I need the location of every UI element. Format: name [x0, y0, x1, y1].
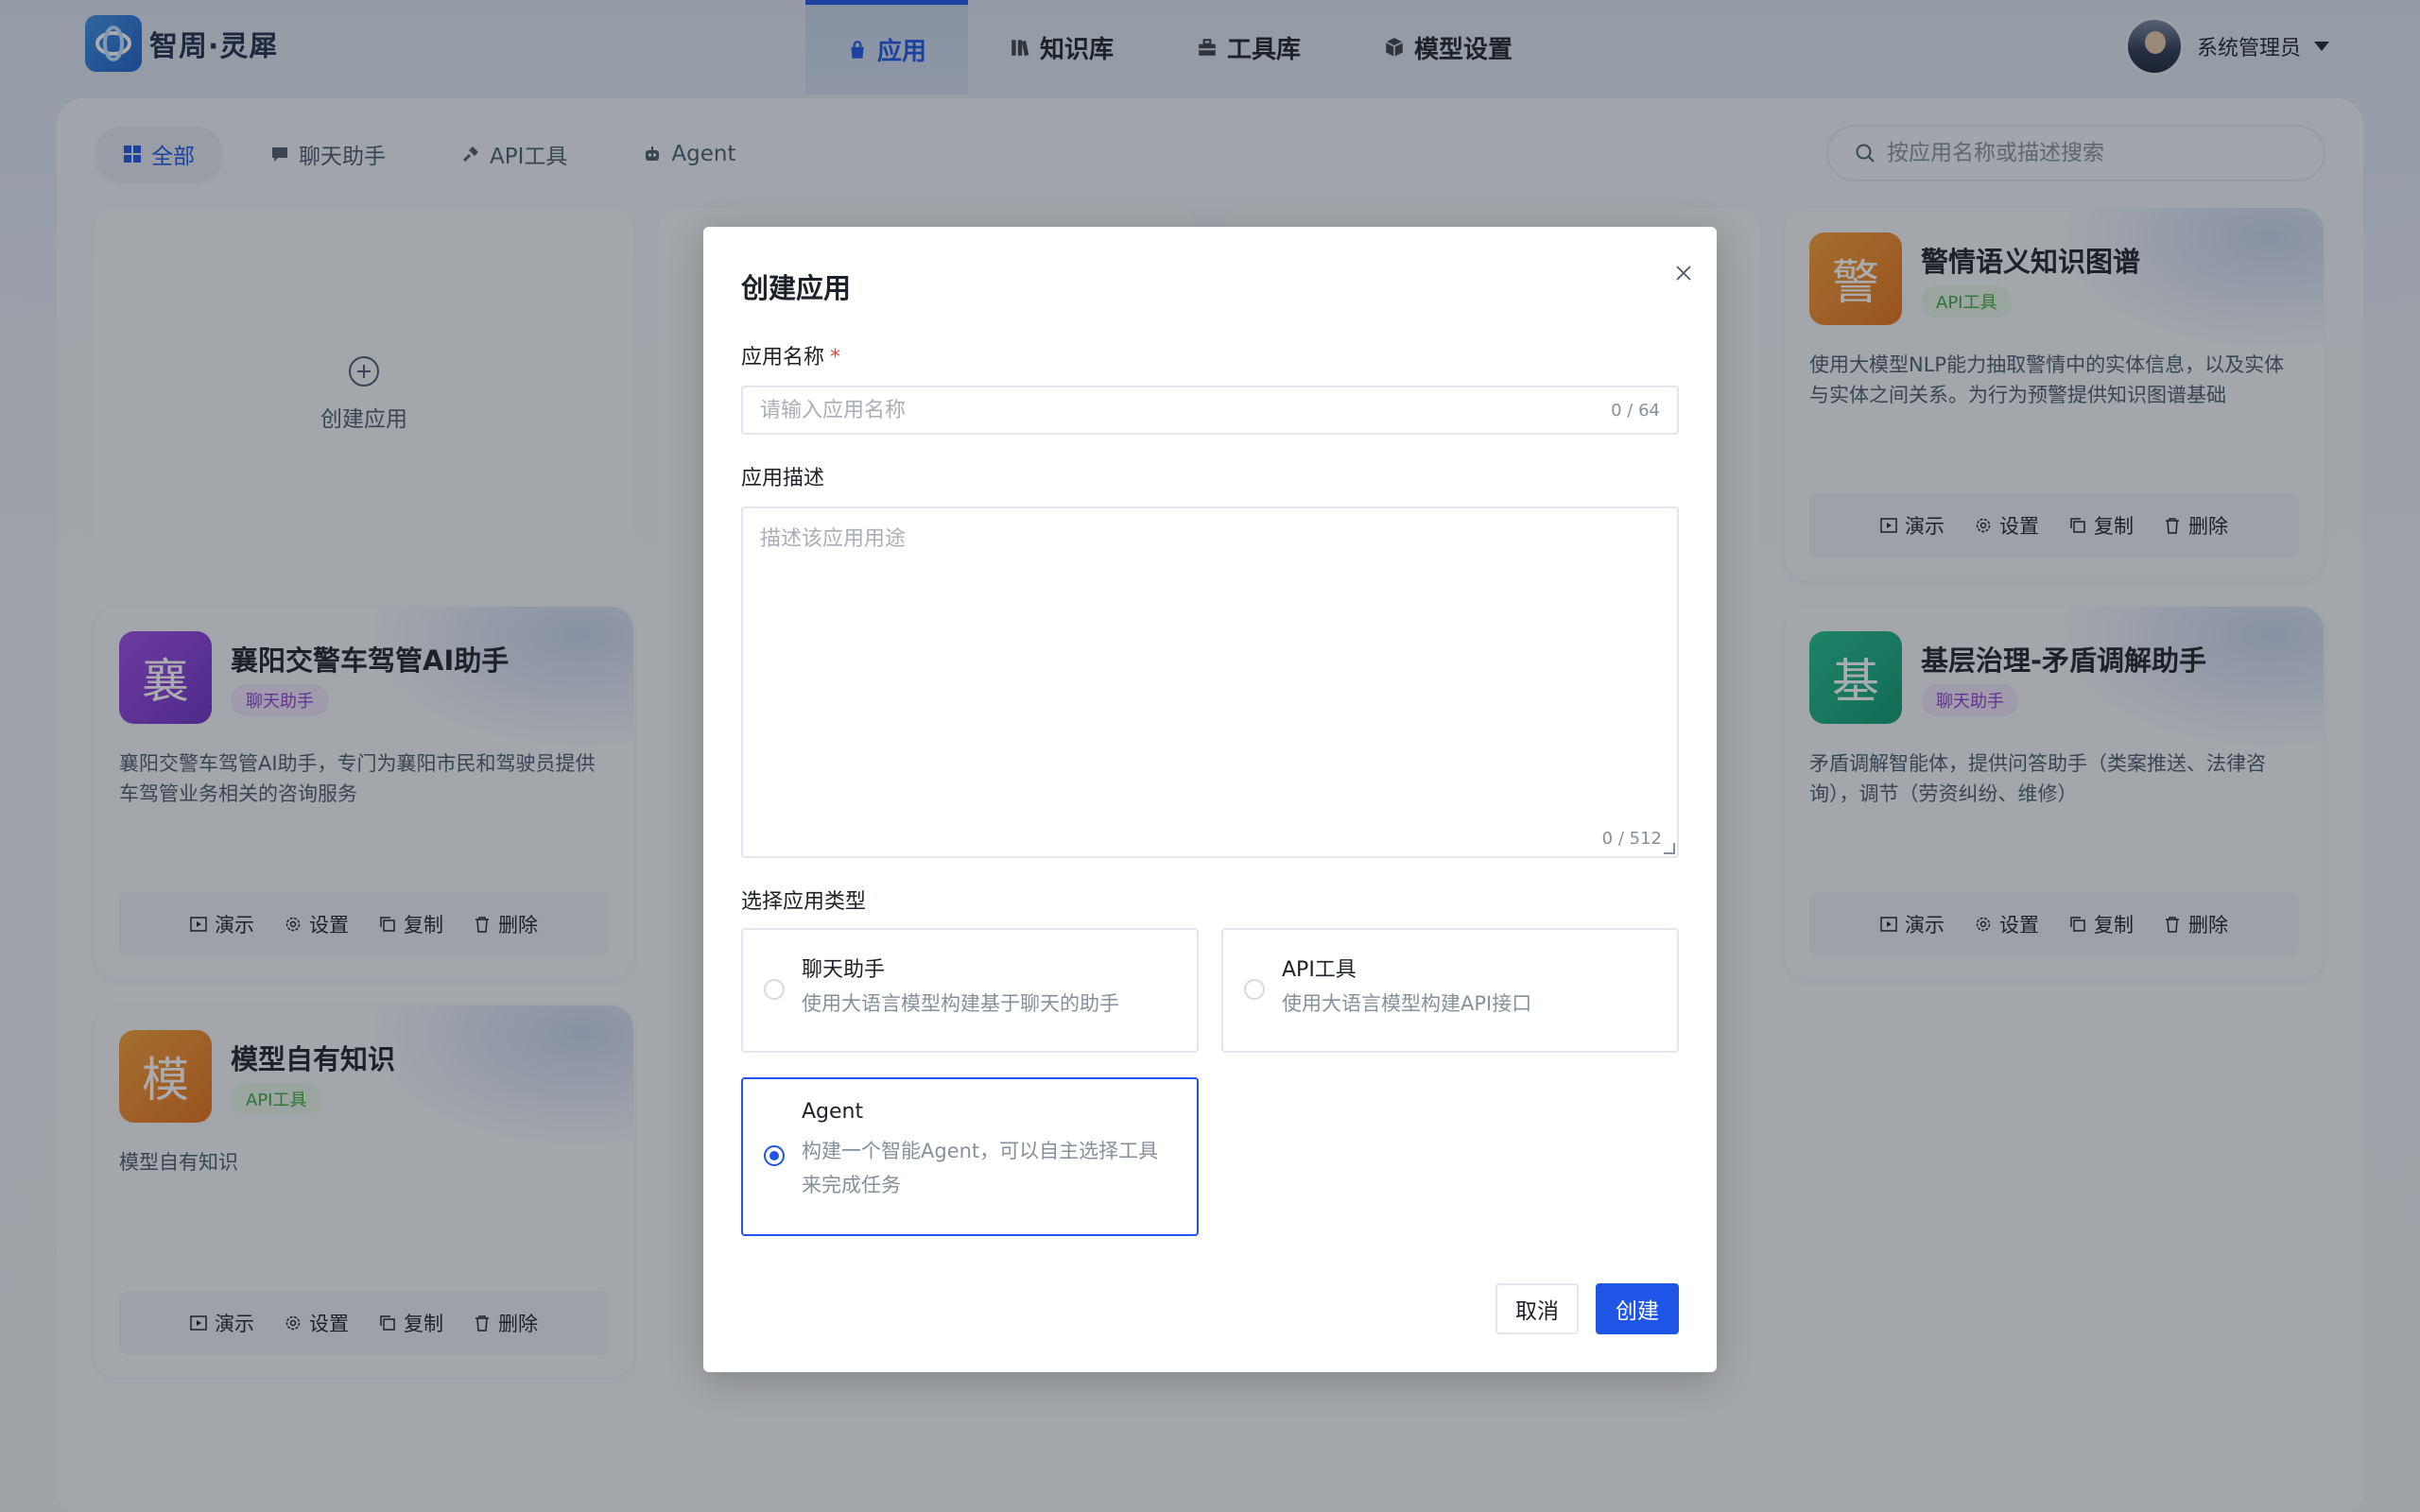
type-option-chat[interactable]: 聊天助手 使用大语言模型构建基于聊天的助手 — [741, 928, 1199, 1053]
type-option-title: Agent — [802, 1100, 864, 1124]
app-desc-textarea[interactable] — [743, 508, 1669, 811]
cancel-button[interactable]: 取消 — [1495, 1283, 1579, 1334]
type-option-title: API工具 — [1282, 958, 1357, 982]
app-desc-label: 应用描述 — [741, 467, 825, 490]
close-button[interactable] — [1669, 259, 1698, 287]
radio-chat[interactable] — [764, 979, 785, 1000]
app-name-counter: 0 / 64 — [1611, 401, 1660, 421]
radio-agent[interactable] — [764, 1145, 785, 1166]
close-icon — [1676, 266, 1691, 281]
app-desc-field: 0 / 512 — [741, 507, 1679, 858]
radio-api[interactable] — [1244, 979, 1265, 1000]
type-option-agent[interactable]: Agent 构建一个智能Agent，可以自主选择工具来完成任务 — [741, 1077, 1199, 1236]
type-option-desc: 构建一个智能Agent，可以自主选择工具来完成任务 — [802, 1140, 1159, 1196]
type-option-desc: 使用大语言模型构建基于聊天的助手 — [802, 992, 1119, 1015]
app-name-field: 0 / 64 — [741, 386, 1679, 435]
app-name-label: 应用名称 * — [741, 340, 840, 370]
resize-handle[interactable] — [1664, 843, 1675, 854]
create-app-dialog: 创建应用 应用名称* 0 / 64 应用描述 0 / 512 选择应用类型 聊天… — [703, 227, 1717, 1372]
app-desc-counter: 0 / 512 — [1601, 829, 1662, 849]
app-name-label-text: 应用名称 — [741, 346, 825, 369]
create-button[interactable]: 创建 — [1596, 1283, 1679, 1334]
required-mark: * — [830, 346, 841, 369]
type-option-title: 聊天助手 — [802, 958, 886, 982]
dialog-title: 创建应用 — [741, 272, 852, 304]
app-name-input[interactable] — [743, 387, 1556, 433]
type-option-desc: 使用大语言模型构建API接口 — [1282, 992, 1532, 1015]
type-option-api[interactable]: API工具 使用大语言模型构建API接口 — [1221, 928, 1679, 1053]
app-type-label: 选择应用类型 — [741, 890, 867, 914]
